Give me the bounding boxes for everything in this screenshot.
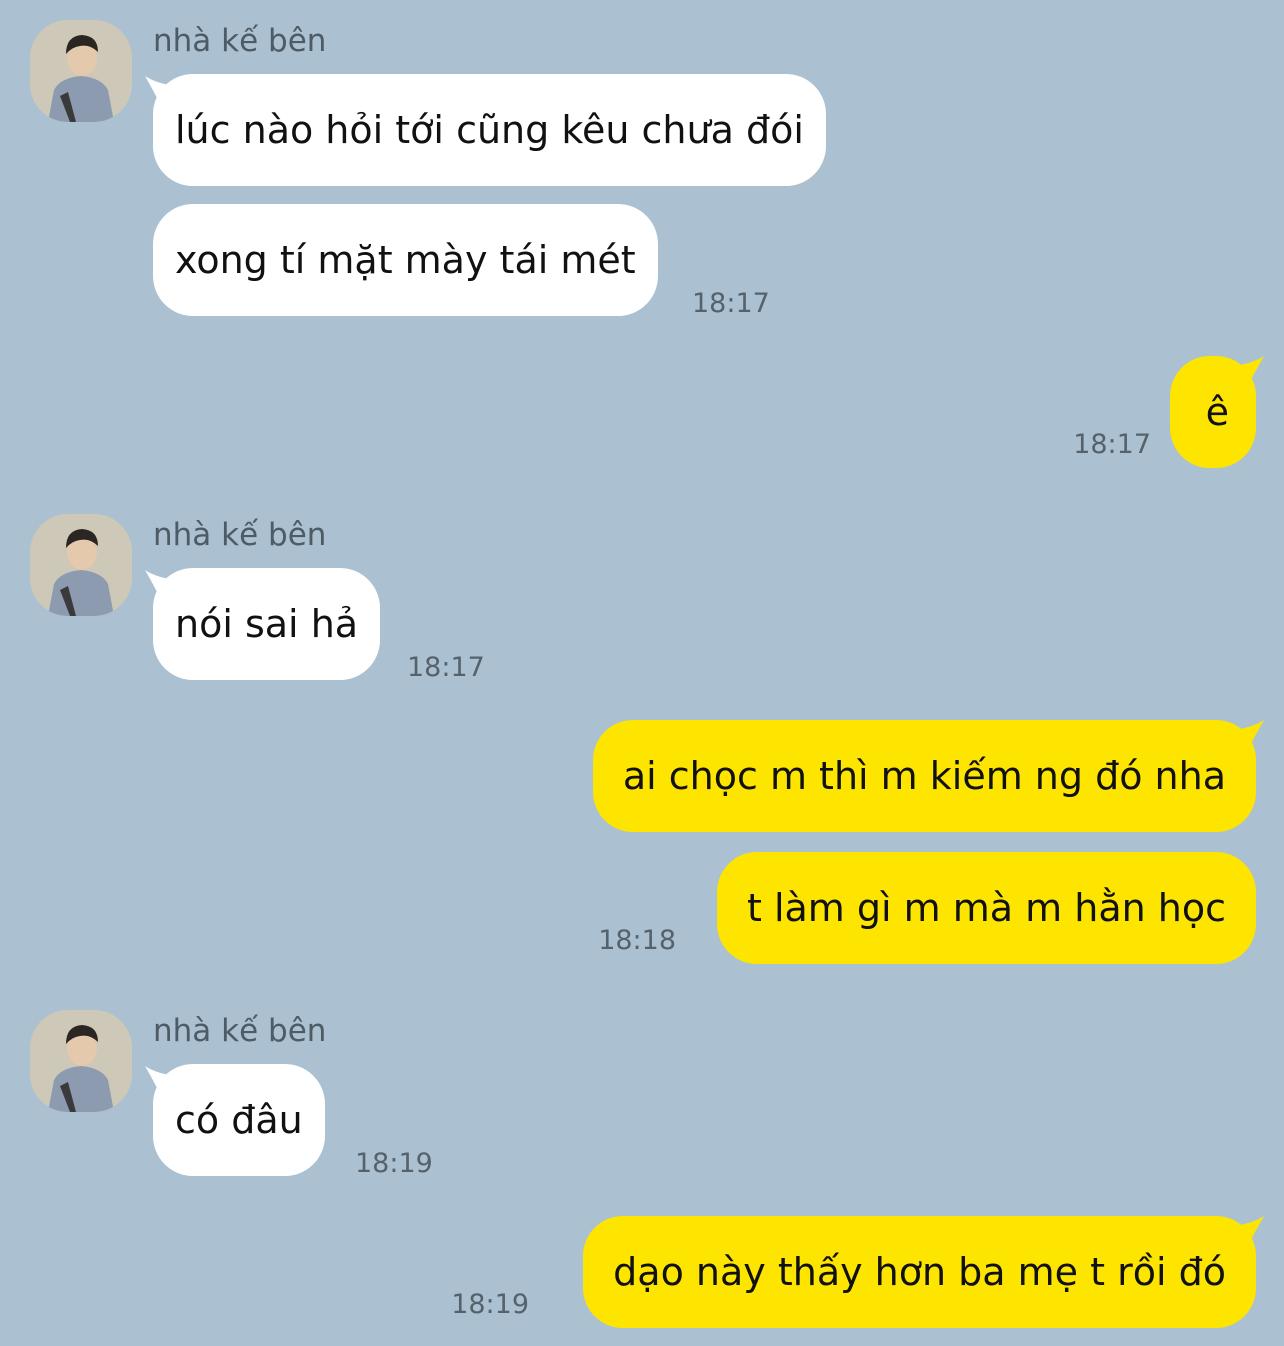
message-bubble-incoming[interactable]: xong tí mặt mày tái mét: [153, 204, 658, 316]
contact-avatar[interactable]: [30, 514, 132, 616]
contact-avatar[interactable]: [30, 20, 132, 122]
avatar-photo-icon: [30, 514, 132, 616]
message-time: 18:19: [451, 1289, 529, 1320]
message-bubble-outgoing[interactable]: dạo này thấy hơn ba mẹ t rồi đó: [583, 1216, 1256, 1328]
contact-avatar[interactable]: [30, 1010, 132, 1112]
message-bubble-outgoing[interactable]: t làm gì m mà m hằn học: [716, 852, 1256, 964]
message-bubble-outgoing[interactable]: ai chọc m thì m kiếm ng đó nha: [592, 720, 1256, 832]
avatar-photo-icon: [30, 20, 132, 122]
message-bubble-incoming[interactable]: nói sai hả: [153, 568, 381, 680]
message-time: 18:18: [598, 925, 676, 956]
message-time: 18:17: [692, 288, 770, 319]
message-time: 18:19: [355, 1148, 433, 1179]
message-bubble-incoming[interactable]: có đâu: [153, 1064, 325, 1176]
message-time: 18:17: [1073, 429, 1151, 460]
chat-area[interactable]: nhà kế bên lúc nào hỏi tới cũng kêu chưa…: [0, 0, 1284, 1346]
message-bubble-outgoing[interactable]: ê: [1170, 356, 1256, 468]
sender-name: nhà kế bên: [153, 23, 327, 59]
message-bubble-incoming[interactable]: lúc nào hỏi tới cũng kêu chưa đói: [153, 74, 826, 186]
sender-name: nhà kế bên: [153, 517, 327, 553]
message-time: 18:17: [407, 652, 485, 683]
sender-name: nhà kế bên: [153, 1013, 327, 1049]
avatar-photo-icon: [30, 1010, 132, 1112]
